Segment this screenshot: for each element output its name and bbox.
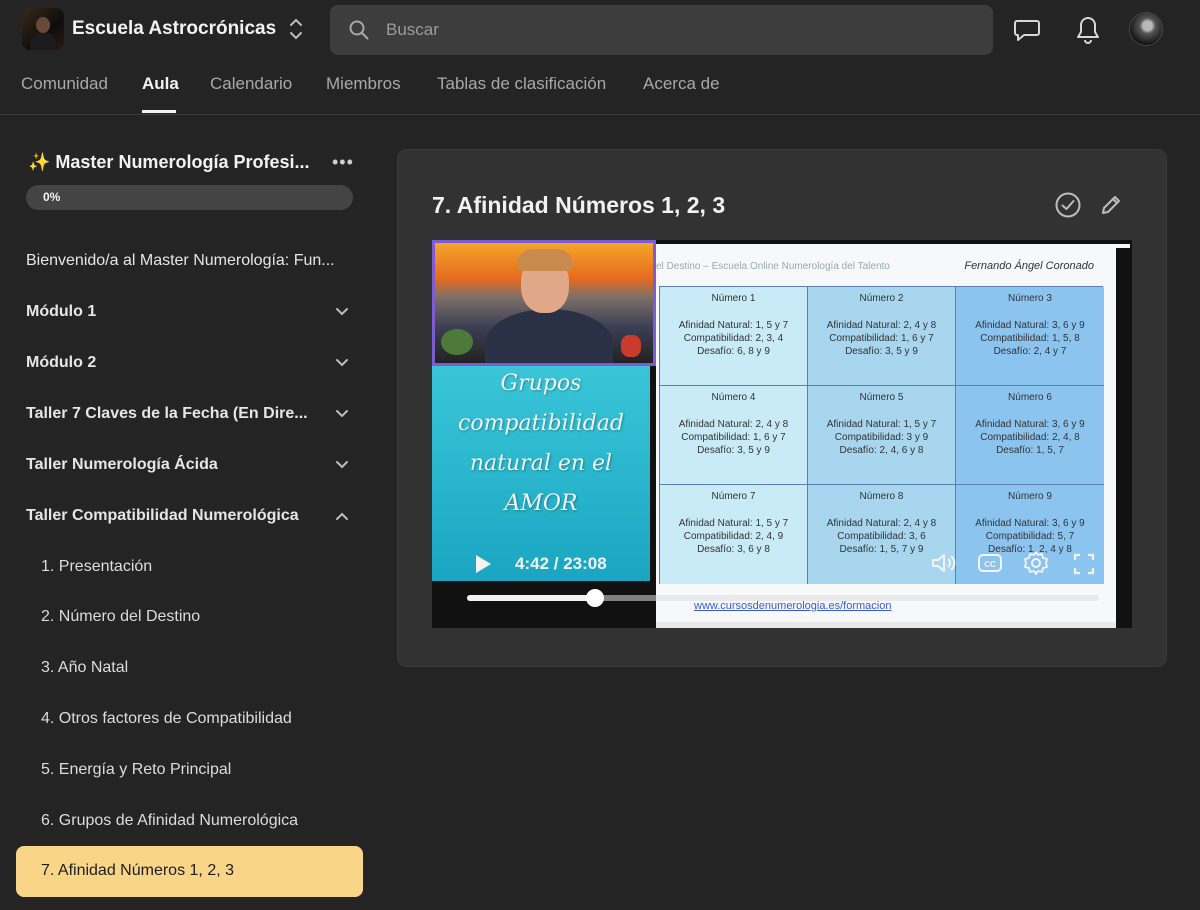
tab-comunidad[interactable]: Comunidad — [21, 74, 108, 94]
tab-aula[interactable]: Aula — [142, 74, 179, 94]
chevron-down-icon[interactable] — [334, 305, 350, 319]
check-circle-icon[interactable] — [1054, 191, 1082, 224]
search-bar[interactable] — [330, 5, 993, 55]
tab-tablas-clasificacion[interactable]: Tablas de clasificación — [437, 74, 606, 94]
tab-calendario[interactable]: Calendario — [210, 74, 292, 94]
bell-icon[interactable] — [1075, 15, 1101, 50]
overlay-text: Grupos compatibilidad natural en el AMOR — [458, 371, 624, 516]
chevron-down-icon[interactable] — [334, 407, 350, 421]
chat-icon[interactable] — [1013, 17, 1041, 48]
gear-icon[interactable] — [1023, 550, 1049, 581]
fullscreen-icon[interactable] — [1072, 552, 1096, 581]
pencil-icon[interactable] — [1099, 193, 1123, 222]
lesson-item-label: 7. Afinidad Números 1, 2, 3 — [41, 862, 234, 879]
sidebar-item-taller-compatibilidad[interactable]: Taller Compatibilidad Numerológica — [26, 507, 299, 525]
lamp-decoration — [621, 335, 641, 357]
more-options-icon[interactable]: ••• — [332, 152, 354, 173]
active-tab-indicator — [142, 110, 176, 113]
search-input[interactable] — [386, 5, 976, 55]
lesson-title: 7. Afinidad Números 1, 2, 3 — [432, 192, 726, 218]
lesson-item[interactable]: 6. Grupos de Afinidad Numerológica — [41, 812, 298, 830]
affinity-table: Número 1 Afinidad Natural: 1, 5 y 7 Compat… — [659, 286, 1104, 584]
table-cell: Número 6 Afinidad Natural: 3, 6 y 9 Compat… — [956, 386, 1104, 485]
table-cell: Número 2 Afinidad Natural: 2, 4 y 8 Compat… — [808, 287, 956, 386]
chevron-down-icon[interactable] — [334, 356, 350, 370]
svg-text:CC: CC — [984, 560, 996, 569]
sidebar-item-taller-7-claves[interactable]: Taller 7 Claves de la Fecha (En Dire... — [26, 405, 308, 423]
avatar[interactable] — [1129, 12, 1163, 46]
school-logo[interactable] — [22, 8, 64, 50]
lesson-item-active[interactable]: 7. Afinidad Números 1, 2, 3 — [16, 846, 363, 897]
video-slide: el Destino – Escuela Online Numerología … — [656, 244, 1130, 628]
table-cell: Número 1 Afinidad Natural: 1, 5 y 7 Compat… — [660, 287, 808, 386]
sidebar-item-modulo-1[interactable]: Módulo 1 — [26, 303, 96, 321]
slide-url: www.cursosdenumerologia.es/formacion — [694, 600, 892, 612]
video-seek-bar[interactable] — [467, 589, 1099, 607]
lesson-item[interactable]: 3. Año Natal — [41, 659, 128, 677]
tab-miembros[interactable]: Miembros — [326, 74, 401, 94]
table-cell: Número 5 Afinidad Natural: 1, 5 y 7 Compat… — [808, 386, 956, 485]
plant-decoration — [441, 329, 473, 355]
slide-signature: Fernando Ángel Coronado — [964, 260, 1094, 272]
video-letterbox — [1116, 248, 1132, 628]
presenter-body — [485, 309, 613, 363]
sidebar-item-taller-acida[interactable]: Taller Numerología Ácida — [26, 456, 218, 474]
progress-label: 0% — [43, 190, 61, 204]
course-title: ✨ Master Numerología Profesi... — [28, 152, 310, 172]
webcam-overlay — [432, 240, 656, 366]
sidebar-item-bienvenida[interactable]: Bienvenido/a al Master Numerología: Fun.… — [26, 252, 335, 270]
video-time: 4:42 / 23:08 — [515, 554, 607, 573]
chevron-up-icon[interactable] — [334, 509, 350, 523]
chevron-down-icon[interactable] — [334, 458, 350, 472]
search-icon — [348, 19, 370, 46]
slide-footer — [656, 622, 1130, 628]
table-cell: Número 3 Afinidad Natural: 3, 6 y 9 Compat… — [956, 287, 1104, 386]
volume-icon[interactable] — [930, 551, 958, 580]
lesson-item[interactable]: 2. Número del Destino — [41, 608, 200, 626]
video-overlay-panel: Grupos compatibilidad natural en el AMOR — [432, 364, 650, 581]
main-nav: Comunidad Aula Calendario Miembros Tabla… — [0, 60, 1200, 115]
lesson-item[interactable]: 1. Presentación — [41, 558, 152, 576]
tab-acerca-de[interactable]: Acerca de — [643, 74, 720, 94]
top-bar: Escuela Astrocrónicas — [0, 0, 1200, 60]
slide-header: el Destino – Escuela Online Numerología … — [656, 261, 890, 272]
course-progress-bar: 0% — [26, 185, 353, 210]
lesson-item[interactable]: 4. Otros factores de Compatibilidad — [41, 710, 292, 728]
school-name[interactable]: Escuela Astrocrónicas — [72, 18, 276, 40]
video-seek-progress — [467, 595, 595, 601]
table-cell: Número 7 Afinidad Natural: 1, 5 y 7 Compat… — [660, 485, 808, 584]
chevron-up-down-icon[interactable] — [286, 16, 306, 42]
video-seek-handle[interactable] — [586, 589, 604, 607]
closed-captions-icon[interactable]: CC — [977, 552, 1003, 579]
lesson-item[interactable]: 5. Energía y Reto Principal — [41, 761, 231, 779]
table-cell: Número 4 Afinidad Natural: 2, 4 y 8 Compat… — [660, 386, 808, 485]
sidebar-item-modulo-2[interactable]: Módulo 2 — [26, 354, 96, 372]
play-icon[interactable] — [473, 553, 493, 580]
presenter-hair — [517, 249, 573, 271]
